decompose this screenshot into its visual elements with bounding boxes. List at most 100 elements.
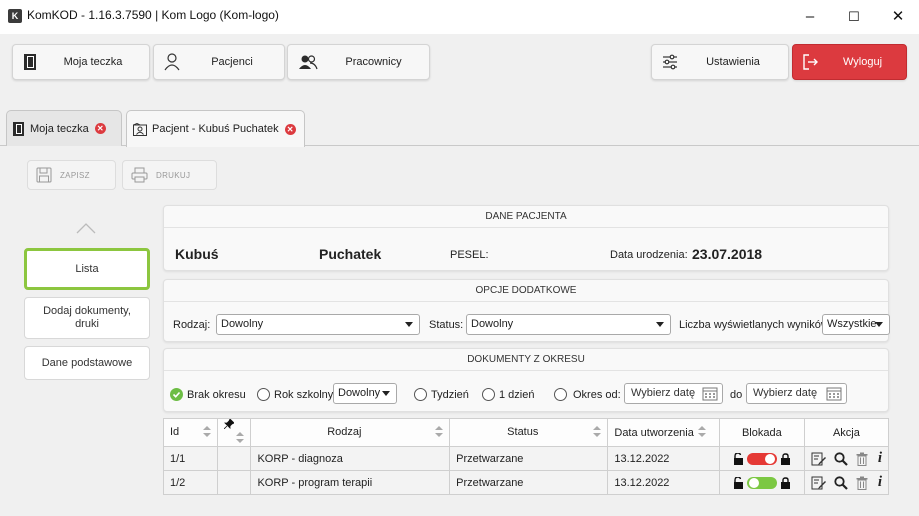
tab-label: Pacjent - Kubuś Puchatek	[152, 123, 279, 135]
panel-heading: DOKUMENTY Z OKRESU	[164, 349, 888, 371]
sort-icon[interactable]	[236, 432, 245, 446]
sidebar-item-label: Lista	[75, 262, 99, 275]
nav-label: Ustawienia	[706, 56, 760, 68]
sort-icon[interactable]	[593, 425, 602, 440]
column-label: Id	[170, 425, 180, 438]
cell-created: 13.12.2022	[607, 470, 720, 495]
chevron-up-icon[interactable]	[76, 222, 96, 234]
nav-my-folder-button[interactable]: Moja teczka	[12, 44, 150, 80]
date-range-radio[interactable]	[554, 388, 567, 401]
trash-icon[interactable]	[856, 476, 868, 490]
logout-icon	[803, 54, 818, 70]
lock-icon	[780, 476, 790, 489]
panel-heading: DANE PACJENTA	[164, 206, 888, 228]
pin-icon	[223, 418, 235, 430]
folder-book-icon	[13, 121, 24, 136]
nav-settings-button[interactable]: Ustawienia	[651, 44, 789, 80]
save-button[interactable]: ZAPISZ	[27, 160, 116, 190]
period-documents-panel: DOKUMENTY Z OKRESU Brak okresu Rok szkol…	[163, 348, 889, 412]
nav-patients-button[interactable]: Pacjenci	[153, 44, 285, 80]
cell-status: Przetwarzane	[449, 470, 609, 495]
status-filter-label: Status:	[429, 319, 464, 331]
lock-toggle[interactable]	[746, 476, 777, 489]
date-to-input[interactable]: Wybierz datę	[746, 383, 847, 404]
week-radio[interactable]	[414, 388, 427, 401]
date-range-label: Okres od:	[573, 389, 621, 401]
people-icon	[299, 55, 318, 70]
sidebar-item-list[interactable]: Lista	[24, 248, 150, 290]
column-label: Status	[507, 425, 539, 438]
no-period-radio[interactable]	[170, 388, 183, 401]
column-header-pin[interactable]	[217, 418, 252, 447]
close-tab-icon[interactable]: ✕	[94, 123, 106, 134]
results-count-select[interactable]: Wszystkie	[822, 314, 890, 335]
sort-icon[interactable]	[435, 425, 444, 440]
cell-pin[interactable]	[217, 446, 252, 471]
unlock-icon	[733, 451, 743, 465]
edit-icon[interactable]	[811, 452, 826, 466]
print-button[interactable]: DRUKUJ	[122, 160, 217, 190]
dob-value: 23.07.2018	[692, 246, 763, 262]
no-period-label: Brak okresu	[187, 389, 246, 401]
cell-pin[interactable]	[217, 470, 252, 495]
panel-heading: OPCJE DODATKOWE	[164, 280, 888, 302]
dob-label: Data urodzenia:	[610, 249, 688, 261]
column-label: Rodzaj	[327, 425, 362, 438]
status-select[interactable]: Dowolny	[466, 314, 671, 335]
lock-toggle[interactable]	[746, 452, 777, 465]
cell-type: KORP - diagnoza	[250, 446, 451, 471]
results-count-value: Wszystkie	[827, 318, 877, 330]
maximize-button[interactable]: ☐	[832, 4, 876, 30]
sidebar-item-basic-data[interactable]: Dane podstawowe	[24, 346, 150, 380]
logout-button[interactable]: Wyloguj	[792, 44, 907, 80]
type-select-value: Dowolny	[221, 318, 264, 330]
table-header-row: Id Rodzaj Status Data utworzenia Blokada…	[162, 418, 890, 447]
nav-label: Moja teczka	[63, 56, 123, 68]
trash-icon[interactable]	[856, 452, 868, 466]
type-select[interactable]: Dowolny	[216, 314, 420, 335]
info-icon[interactable]: i	[878, 450, 882, 466]
nav-employees-button[interactable]: Pracownicy	[287, 44, 430, 80]
tab-my-folder[interactable]: Moja teczka ✕	[6, 110, 122, 146]
chevron-down-icon	[405, 322, 413, 327]
sort-icon[interactable]	[203, 425, 212, 440]
column-header-created[interactable]: Data utworzenia	[607, 418, 720, 447]
title-bar: K KomKOD - 1.16.3.7590 | Kom Logo (Kom-l…	[0, 0, 919, 34]
patient-data-panel: DANE PACJENTA Kubuś Puchatek PESEL: Data…	[163, 205, 889, 271]
column-header-status[interactable]: Status	[449, 418, 609, 447]
save-icon	[36, 167, 52, 183]
cell-actions: i	[803, 446, 890, 471]
nav-label: Wyloguj	[842, 56, 883, 68]
unlock-icon	[733, 475, 743, 489]
date-from-input[interactable]: Wybierz datę	[624, 383, 723, 404]
column-header-lock: Blokada	[718, 418, 805, 447]
column-header-type[interactable]: Rodzaj	[250, 418, 451, 447]
cell-id: 1/2	[162, 470, 219, 495]
tab-patient[interactable]: Pacjent - Kubuś Puchatek ✕	[126, 110, 305, 147]
table-row[interactable]: 1/2 KORP - program terapii Przetwarzane 13.…	[162, 470, 890, 495]
results-count-label: Liczba wyświetlanych wyników:	[679, 319, 832, 331]
search-icon[interactable]	[834, 475, 848, 490]
minimize-button[interactable]: –	[788, 4, 832, 30]
nav-label: Pracownicy	[345, 56, 402, 68]
search-icon[interactable]	[834, 451, 848, 466]
school-year-select[interactable]: Dowolny	[333, 383, 397, 404]
column-label: Data utworzenia	[614, 426, 694, 439]
one-day-radio[interactable]	[482, 388, 495, 401]
sort-icon[interactable]	[697, 425, 706, 440]
window-title: KomKOD - 1.16.3.7590 | Kom Logo (Kom-log…	[27, 8, 279, 22]
info-icon[interactable]: i	[878, 474, 882, 490]
table-row[interactable]: 1/1 KORP - diagnoza Przetwarzane 13.12.2022…	[162, 446, 890, 471]
calendar-icon	[826, 387, 842, 401]
close-tab-icon[interactable]: ✕	[284, 123, 296, 135]
school-year-radio[interactable]	[257, 388, 270, 401]
cell-status: Przetwarzane	[449, 446, 609, 471]
sidebar-item-add-documents[interactable]: Dodaj dokumenty, druki	[24, 297, 150, 339]
additional-options-panel: OPCJE DODATKOWE Rodzaj: Dowolny Status: …	[163, 279, 890, 342]
close-button[interactable]: ✕	[876, 4, 919, 30]
chevron-down-icon	[875, 322, 883, 327]
column-header-id[interactable]: Id	[162, 418, 219, 447]
person-outline-icon	[164, 53, 180, 71]
edit-icon[interactable]	[811, 476, 826, 490]
date-to-label: do	[730, 389, 743, 401]
